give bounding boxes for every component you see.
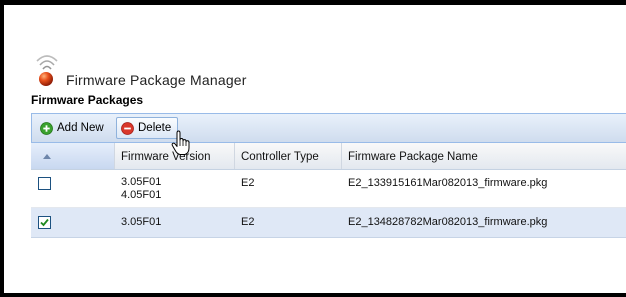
select-column-header[interactable] bbox=[31, 143, 115, 169]
app-title: Firmware Package Manager bbox=[66, 72, 247, 88]
radio-signal-logo-icon bbox=[36, 55, 58, 86]
firmware-version-value: 4.05F01 bbox=[121, 189, 162, 201]
remove-circle-icon bbox=[121, 121, 134, 135]
firmware-version-cell: 3.05F01 4.05F01 bbox=[121, 176, 161, 202]
add-circle-icon bbox=[40, 121, 53, 135]
package-name-cell: E2_134828782Mar082013_firmware.pkg bbox=[348, 216, 548, 228]
sort-ascending-icon bbox=[43, 154, 51, 159]
delete-button[interactable]: Delete bbox=[116, 117, 179, 139]
table-row-selected[interactable]: 3.05F01 E2 E2_134828782Mar082013_firmwar… bbox=[31, 208, 626, 238]
table-row[interactable]: 3.05F01 4.05F01 E2 E2_133915161Mar082013… bbox=[31, 170, 626, 208]
controller-type-cell: E2 bbox=[241, 216, 255, 228]
app-header: Firmware Package Manager bbox=[33, 52, 433, 88]
column-header-firmware-version[interactable]: Firmware Version bbox=[115, 143, 235, 169]
controller-type-cell: E2 bbox=[241, 177, 255, 189]
row-checkbox[interactable] bbox=[38, 216, 51, 229]
firmware-packages-grid: Firmware Version Controller Type Firmwar… bbox=[31, 143, 626, 238]
add-new-button[interactable]: Add New bbox=[36, 117, 108, 139]
column-header-controller-type[interactable]: Controller Type bbox=[235, 143, 342, 169]
firmware-version-cell: 3.05F01 bbox=[121, 216, 162, 228]
add-new-label: Add New bbox=[57, 122, 104, 134]
grid-header: Firmware Version Controller Type Firmwar… bbox=[31, 143, 626, 170]
grid-toolbar: Add New Delete bbox=[31, 113, 626, 143]
section-title: Firmware Packages bbox=[31, 93, 144, 107]
checkbox-checked[interactable] bbox=[38, 216, 51, 229]
firmware-version-value: 3.05F01 bbox=[121, 176, 162, 188]
package-name-cell: E2_133915161Mar082013_firmware.pkg bbox=[348, 177, 548, 189]
checkbox-unchecked[interactable] bbox=[38, 177, 51, 190]
column-header-package-name[interactable]: Firmware Package Name bbox=[342, 143, 626, 169]
row-checkbox[interactable] bbox=[38, 177, 51, 190]
delete-label: Delete bbox=[138, 122, 172, 134]
checkmark-icon bbox=[40, 218, 49, 227]
